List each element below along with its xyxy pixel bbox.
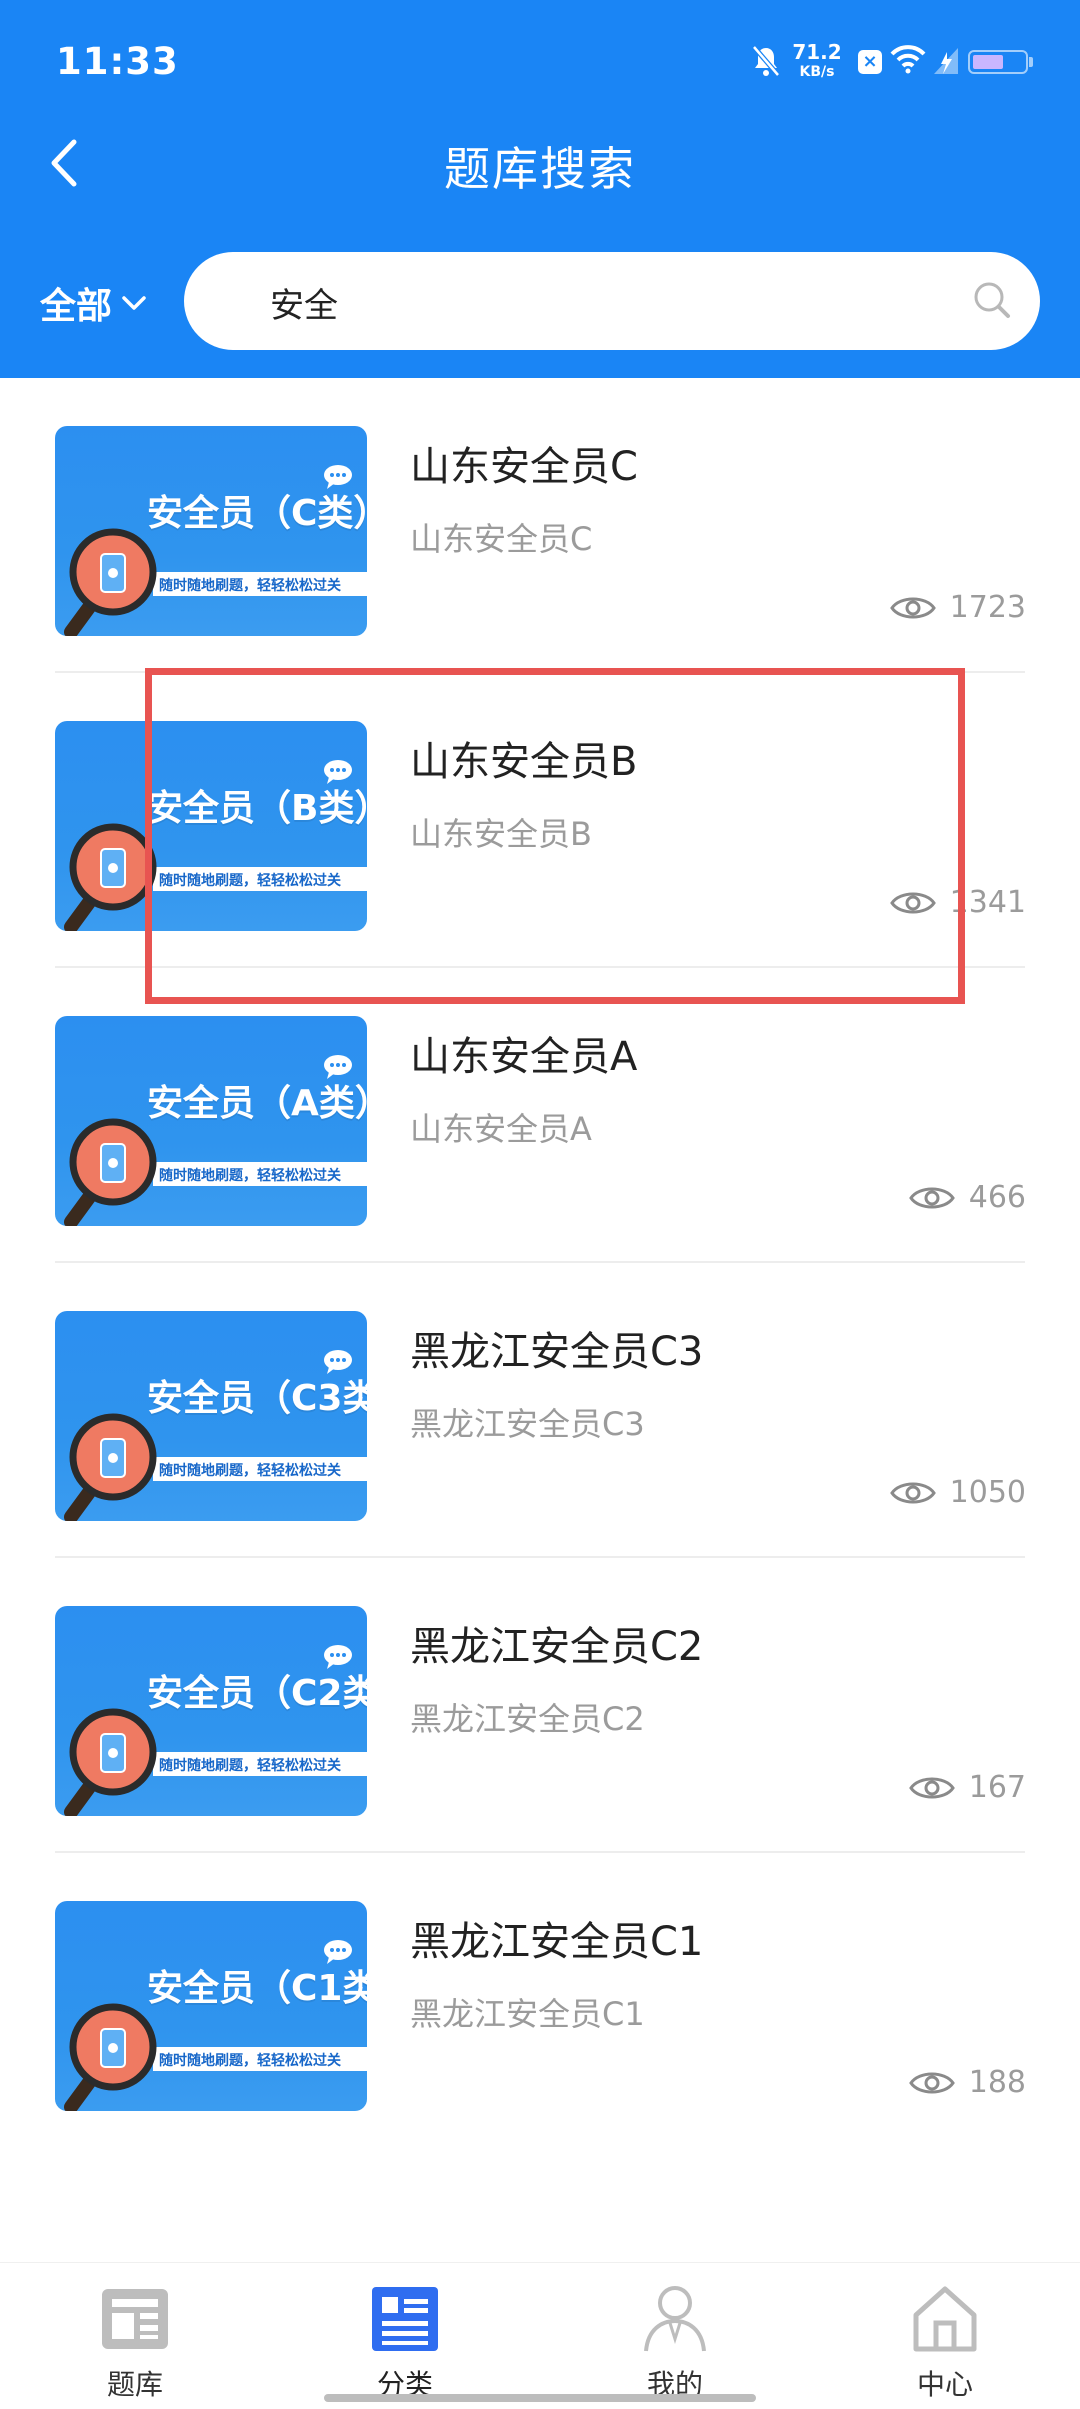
net-speed-value: 71.2: [792, 40, 842, 64]
sim-badge: ×: [858, 50, 882, 74]
thumbnail-title: 安全员（C3类）: [147, 1378, 367, 1419]
status-icons: 71.2 KB/s ×: [750, 38, 1080, 88]
eye-icon: [908, 1187, 955, 1208]
search-box[interactable]: [184, 252, 1040, 350]
bottom-tab-bar: 题库 分类 我的 中心: [0, 2262, 1080, 2409]
item-subtitle: 黑龙江安全员C2: [410, 1700, 645, 1738]
course-thumbnail: 安全员（C1类） 随时随地刷题，轻轻松松过关: [55, 1901, 367, 2111]
view-count: 167: [908, 1770, 1026, 1805]
tab-question-bank[interactable]: 题库: [0, 2263, 270, 2409]
tab-category[interactable]: 分类: [270, 2263, 540, 2409]
tab-profile[interactable]: 我的: [540, 2263, 810, 2409]
thumbnail-caption-band: 随时随地刷题，轻轻松松过关: [153, 1457, 367, 1481]
view-count: 466: [908, 1180, 1026, 1215]
scope-dropdown[interactable]: 全部: [40, 277, 148, 329]
item-subtitle: 山东安全员C: [410, 520, 593, 558]
thumbnail-title: 安全员（C1类）: [147, 1968, 367, 2009]
charging-signal-icon: [934, 48, 958, 74]
item-title: 黑龙江安全员C1: [410, 1919, 704, 1965]
eye-icon: [889, 597, 936, 618]
scope-label: 全部: [40, 286, 113, 327]
view-count: 1723: [889, 590, 1026, 625]
view-count-value: 1723: [949, 590, 1026, 625]
net-speed-unit: KB/s: [799, 64, 835, 80]
home-indicator[interactable]: [324, 2394, 756, 2402]
home-icon: [913, 2286, 977, 2352]
thumbnail-caption-band: 随时随地刷题，轻轻松松过关: [153, 2047, 367, 2071]
eye-icon: [889, 1482, 936, 1503]
chevron-down-icon: [122, 296, 146, 310]
magnifier-phone-icon: [64, 1708, 157, 1816]
item-title: 黑龙江安全员C2: [410, 1624, 704, 1670]
tab-label: 中心: [916, 2368, 973, 2401]
list-item[interactable]: 安全员（A类） 随时随地刷题，轻轻松松过关 山东安全员A 山东安全员A 466: [0, 968, 1080, 1263]
view-count-value: 1050: [949, 1475, 1026, 1510]
thumbnail-caption-band: 随时随地刷题，轻轻松松过关: [153, 1752, 367, 1776]
course-thumbnail: 安全员（C3类） 随时随地刷题，轻轻松松过关: [55, 1311, 367, 1521]
eye-icon: [908, 1777, 955, 1798]
list-item[interactable]: 安全员（C类） 随时随地刷题，轻轻松松过关 山东安全员C 山东安全员C 1723: [0, 378, 1080, 673]
magnifier-phone-icon: [64, 528, 157, 636]
thumbnail-title: 安全员（C类）: [147, 493, 367, 534]
wifi-icon: [890, 45, 926, 74]
thumbnail-caption: 随时随地刷题，轻轻松松过关: [159, 578, 341, 594]
list-item[interactable]: 安全员（C1类） 随时随地刷题，轻轻松松过关 黑龙江安全员C1 黑龙江安全员C1 188: [0, 1853, 1080, 2148]
magnifier-phone-icon: [64, 1413, 157, 1521]
item-title: 黑龙江安全员C3: [410, 1329, 704, 1375]
tab-home[interactable]: 中心: [810, 2263, 1080, 2409]
net-speed: 71.2 KB/s: [792, 42, 842, 82]
status-time: 11:33: [56, 40, 179, 83]
page-title: 题库搜索: [444, 142, 636, 196]
mute-bell-icon: [752, 45, 780, 77]
thumbnail-title: 安全员（A类）: [147, 1083, 367, 1124]
profile-icon: [644, 2286, 706, 2352]
search-input[interactable]: [268, 274, 892, 330]
thumbnail-caption: 随时随地刷题，轻轻松松过关: [159, 1463, 341, 1479]
item-subtitle: 黑龙江安全员C3: [410, 1405, 645, 1443]
highlight-annotation: [145, 668, 965, 1004]
view-count: 188: [908, 2065, 1026, 2100]
course-thumbnail: 安全员（A类） 随时随地刷题，轻轻松松过关: [55, 1016, 367, 1226]
view-count-value: 466: [968, 1180, 1026, 1215]
thumbnail-caption: 随时随地刷题，轻轻松松过关: [159, 1758, 341, 1774]
item-title: 山东安全员A: [410, 1034, 638, 1080]
battery-icon: [968, 50, 1033, 74]
list-item[interactable]: 安全员（C3类） 随时随地刷题，轻轻松松过关 黑龙江安全员C3 黑龙江安全员C3 105…: [0, 1263, 1080, 1558]
thumbnail-caption: 随时随地刷题，轻轻松松过关: [159, 2053, 341, 2069]
course-thumbnail: 安全员（C类） 随时随地刷题，轻轻松松过关: [55, 426, 367, 636]
question-bank-icon: [102, 2289, 168, 2349]
view-count-value: 167: [968, 1770, 1026, 1805]
item-subtitle: 黑龙江安全员C1: [410, 1995, 645, 2033]
view-count: 1050: [889, 1475, 1026, 1510]
item-title: 山东安全员C: [410, 444, 638, 490]
header: 11:33 71.2 KB/s × 题库搜索 全部 安全: [0, 0, 1080, 378]
thumbnail-title: 安全员（C2类）: [147, 1673, 367, 1714]
magnifier-phone-icon: [64, 2003, 157, 2111]
search-icon[interactable]: [970, 278, 1014, 322]
result-list: 安全员（C类） 随时随地刷题，轻轻松松过关 山东安全员C 山东安全员C 1723 安全员（…: [0, 378, 1080, 2148]
item-subtitle: 山东安全员A: [410, 1110, 592, 1148]
list-item[interactable]: 安全员（C2类） 随时随地刷题，轻轻松松过关 黑龙江安全员C2 黑龙江安全员C2 167: [0, 1558, 1080, 1853]
thumbnail-caption-band: 随时随地刷题，轻轻松松过关: [153, 572, 367, 596]
magnifier-phone-icon: [64, 1118, 157, 1226]
view-count-value: 188: [968, 2065, 1026, 2100]
tab-label: 题库: [106, 2368, 163, 2401]
thumbnail-caption: 随时随地刷题，轻轻松松过关: [159, 1168, 341, 1184]
category-icon: [372, 2287, 438, 2351]
eye-icon: [908, 2072, 955, 2093]
thumbnail-caption-band: 随时随地刷题，轻轻松松过关: [153, 1162, 367, 1186]
course-thumbnail: 安全员（C2类） 随时随地刷题，轻轻松松过关: [55, 1606, 367, 1816]
